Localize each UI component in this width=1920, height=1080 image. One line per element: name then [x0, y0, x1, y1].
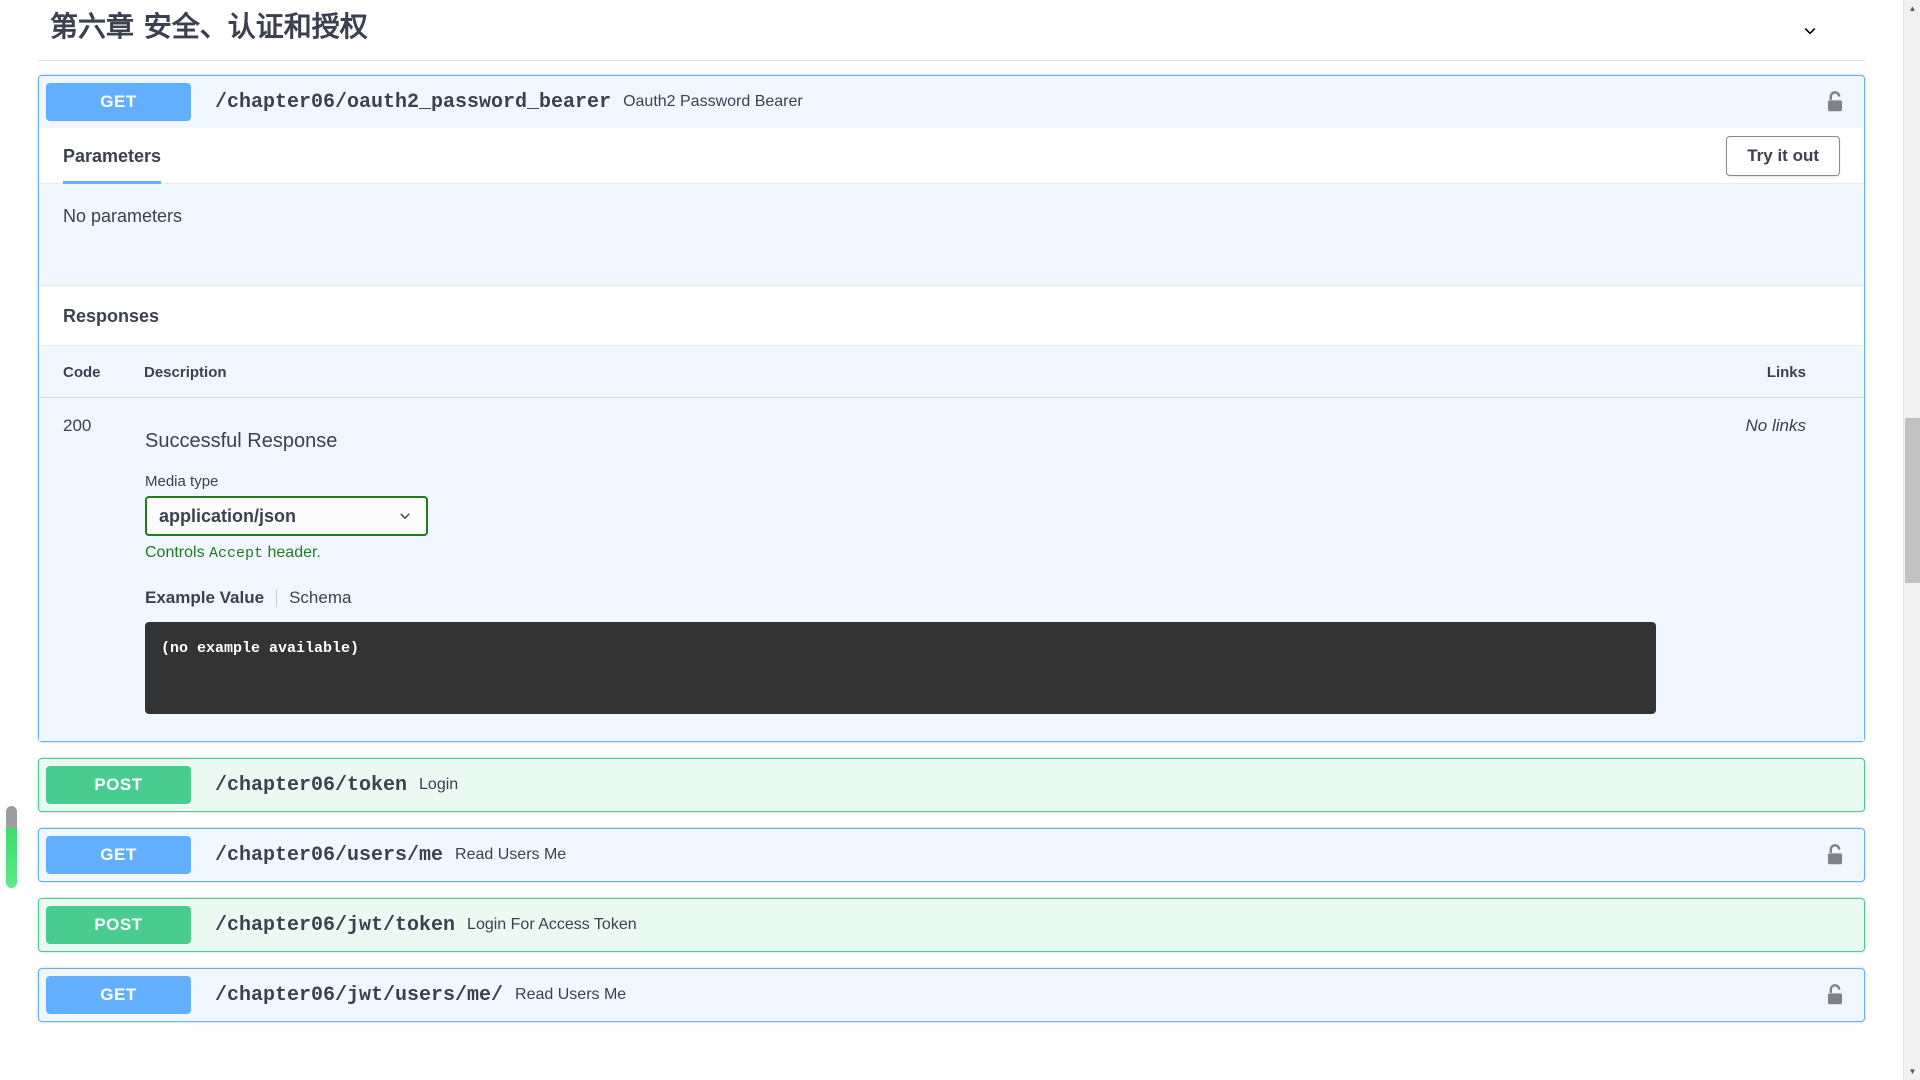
responses-table-header-row: Code Description Links	[39, 346, 1864, 398]
operation-summary-text: Login	[419, 776, 459, 793]
unlocked-padlock-icon[interactable]	[1824, 982, 1846, 1008]
swagger-ui-page: 第六章 安全、认证和授权 GET /chapter06/oauth2_passw…	[0, 0, 1920, 1080]
parameters-header-row: Parameters Try it out	[39, 128, 1864, 184]
response-code: 200	[63, 416, 92, 435]
example-value-code-block: (no example available)	[145, 622, 1656, 714]
operation-summary-text: Read Users Me	[515, 986, 627, 1003]
operation-path: /chapter06/users/me	[215, 843, 444, 867]
media-type-select[interactable]: application/json	[145, 496, 428, 536]
operation-path: /chapter06/oauth2_password_bearer	[215, 90, 612, 114]
operation-summary-header[interactable]: GET /chapter06/oauth2_password_bearer Oa…	[39, 76, 1864, 128]
responses-table: Code Description Links 200 Successful Re…	[39, 346, 1864, 741]
operation-row-post-jwt-token[interactable]: POST /chapter06/jwt/token Login For Acce…	[38, 898, 1865, 952]
method-badge-post: POST	[46, 766, 191, 804]
response-links-cell: No links	[1745, 416, 1806, 435]
responses-section-title: Responses	[39, 285, 1864, 346]
parameters-tab[interactable]: Parameters	[63, 128, 162, 184]
operation-summary-text: Login For Access Token	[467, 916, 637, 933]
controls-accept-note: Controls Accept header.	[145, 544, 1720, 562]
column-header-code: Code	[39, 346, 144, 398]
operation-row-get-users-me[interactable]: GET /chapter06/users/me Read Users Me	[38, 828, 1865, 882]
table-row: 200 Successful Response Media type appli…	[39, 398, 1864, 742]
tab-example-value[interactable]: Example Value	[145, 588, 264, 608]
method-badge-post: POST	[46, 906, 191, 944]
try-it-out-button[interactable]: Try it out	[1726, 135, 1840, 176]
scroll-up-arrow-icon[interactable]: ▲	[1904, 0, 1920, 17]
method-badge-get: GET	[46, 976, 191, 1014]
column-header-description: Description	[144, 346, 1740, 398]
scrollbar-thumb[interactable]	[1905, 418, 1920, 583]
media-type-select-wrapper[interactable]: application/json	[145, 496, 428, 536]
operation-body: Parameters Try it out No parameters Resp…	[39, 128, 1864, 741]
controls-accept-suffix: header.	[263, 544, 321, 561]
tab-schema[interactable]: Schema	[289, 588, 351, 608]
example-schema-tabs: Example Value Schema	[145, 588, 1720, 608]
media-type-label: Media type	[145, 473, 219, 490]
operation-path: /chapter06/token	[215, 773, 408, 797]
scroll-down-arrow-icon[interactable]: ▼	[1904, 1063, 1920, 1080]
response-description-text: Successful Response	[145, 430, 338, 452]
operation-block-expanded: GET /chapter06/oauth2_password_bearer Oa…	[38, 75, 1865, 742]
method-badge-get: GET	[46, 83, 191, 121]
column-header-links: Links	[1739, 346, 1864, 398]
operation-path: /chapter06/jwt/users/me/	[215, 983, 504, 1007]
method-badge-get: GET	[46, 836, 191, 874]
no-parameters-text: No parameters	[39, 184, 1864, 285]
controls-accept-header-name: Accept	[209, 545, 264, 562]
page-title: 第六章 安全、认证和授权	[50, 10, 368, 43]
main-content: 第六章 安全、认证和授权 GET /chapter06/oauth2_passw…	[0, 0, 1903, 1080]
operation-row-get-jwt-users-me[interactable]: GET /chapter06/jwt/users/me/ Read Users …	[38, 968, 1865, 1022]
unlocked-padlock-icon[interactable]	[1824, 89, 1846, 115]
operation-summary-text: Oauth2 Password Bearer	[623, 93, 803, 110]
chevron-down-icon[interactable]	[1795, 16, 1825, 46]
unlocked-padlock-icon[interactable]	[1824, 842, 1846, 868]
tab-divider	[276, 589, 278, 607]
controls-accept-prefix: Controls	[145, 544, 210, 561]
vertical-scrollbar[interactable]: ▲ ▼	[1903, 0, 1920, 1080]
operation-row-post-token[interactable]: POST /chapter06/token Login	[38, 758, 1865, 812]
operation-summary-text: Read Users Me	[455, 846, 567, 863]
response-description-cell: Successful Response Media type applicati…	[144, 398, 1740, 742]
tag-section-header[interactable]: 第六章 安全、认证和授权	[38, 0, 1865, 61]
operation-path: /chapter06/jwt/token	[215, 913, 456, 937]
